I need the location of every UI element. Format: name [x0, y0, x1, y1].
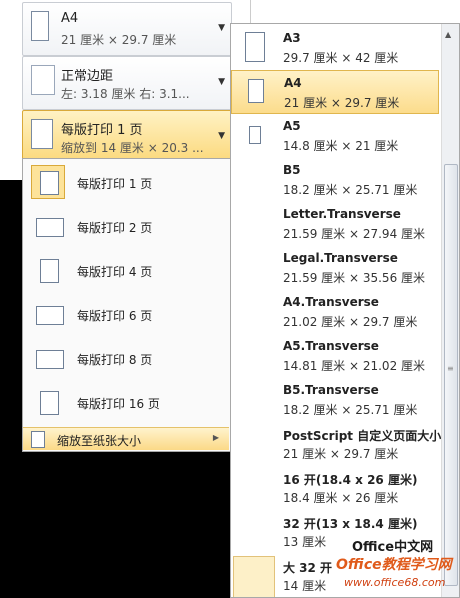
scale-label: 缩放至纸张大小 — [57, 434, 142, 448]
paper-icon — [233, 556, 275, 597]
pps-label: 每版打印 8 页 — [77, 353, 153, 367]
paper-item-postscript-custom[interactable]: PostScript 自定义页面大小 21 厘米 × 29.7 厘米 — [231, 422, 442, 466]
paper-dimensions: 18.4 厘米 × 26 厘米 — [283, 491, 399, 505]
pages-per-sheet-title: 每版打印 1 页 — [61, 123, 143, 138]
paper-name: 大 32 开 — [283, 561, 333, 575]
paper-name: A5 — [283, 119, 301, 133]
paper-dimensions: 21 厘米 × 29.7 厘米 — [284, 96, 400, 110]
paper-name: A4.Transverse — [283, 295, 379, 309]
pps-label: 每版打印 4 页 — [77, 265, 153, 279]
pps-item-6[interactable]: 每版打印 6 页 — [23, 293, 231, 337]
paper-icon — [31, 11, 49, 41]
pages-per-sheet-setting[interactable]: 每版打印 1 页 缩放到 14 厘米 × 20.3 ... ▼ — [22, 110, 232, 164]
pages-per-sheet-menu: 每版打印 1 页 每版打印 2 页 每版打印 4 页 每版打印 6 页 每版打印… — [22, 158, 232, 452]
paper-item-b5[interactable]: B5 18.2 厘米 × 25.71 厘米 — [231, 158, 439, 202]
margins-values: 左: 3.18 厘米 右: 3.1... — [61, 87, 190, 101]
dropdown-arrow-icon: ▼ — [218, 131, 225, 141]
page-icon — [31, 119, 53, 149]
pps-item-16[interactable]: 每版打印 16 页 — [23, 381, 231, 425]
paper-name: PostScript 自定义页面大小 — [283, 429, 442, 443]
paper-item-a5[interactable]: A5 14.8 厘米 × 21 厘米 — [231, 114, 439, 158]
submenu-arrow-icon: ▶ — [212, 433, 219, 442]
paper-name: A3 — [283, 31, 301, 45]
paper-dimensions: 29.7 厘米 × 42 厘米 — [283, 51, 399, 65]
four-pages-icon — [31, 253, 65, 287]
pps-label: 每版打印 1 页 — [77, 177, 153, 191]
paper-name: B5 — [283, 163, 301, 177]
paper-item-a4-transverse[interactable]: A4.Transverse 21.02 厘米 × 29.7 厘米 — [231, 290, 439, 334]
six-pages-icon — [31, 297, 65, 331]
paper-size-dimensions: 21 厘米 × 29.7 厘米 — [61, 33, 177, 47]
one-page-icon — [31, 165, 65, 199]
paper-size-title: A4 — [61, 11, 79, 26]
pps-item-8[interactable]: 每版打印 8 页 — [23, 337, 231, 381]
paper-dimensions: 14.81 厘米 × 21.02 厘米 — [283, 359, 426, 373]
paper-icon — [249, 126, 261, 144]
pages-per-sheet-scale: 缩放到 14 厘米 × 20.3 ... — [61, 141, 204, 155]
paper-name: A4 — [284, 76, 302, 90]
margins-title: 正常边距 — [61, 69, 114, 84]
paper-item-a5-transverse[interactable]: A5.Transverse 14.81 厘米 × 21.02 厘米 — [231, 334, 439, 378]
sixteen-pages-icon — [31, 385, 65, 419]
paper-item-16k[interactable]: 16 开(18.4 x 26 厘米) 18.4 厘米 × 26 厘米 — [231, 466, 439, 510]
watermark: Office中文网 Office教程学习网 www.office68.com — [336, 530, 460, 596]
pps-label: 每版打印 6 页 — [77, 309, 153, 323]
paper-size-menu: A3 29.7 厘米 × 42 厘米 A4 21 厘米 × 29.7 厘米 A5… — [230, 23, 460, 598]
paper-dimensions: 13 厘米 — [283, 535, 327, 549]
watermark-url: www.office68.com — [344, 576, 446, 589]
paper-name: 16 开(18.4 x 26 厘米) — [283, 473, 418, 487]
paper-name: A5.Transverse — [283, 339, 379, 353]
paper-dimensions: 21.02 厘米 × 29.7 厘米 — [283, 315, 418, 329]
watermark-subtitle: Office教程学习网 — [336, 557, 452, 573]
eight-pages-icon — [31, 341, 65, 375]
paper-dimensions: 21.59 厘米 × 27.94 厘米 — [283, 227, 426, 241]
margins-icon — [31, 65, 55, 95]
dropdown-arrow-icon: ▼ — [218, 23, 225, 33]
margins-setting[interactable]: 正常边距 左: 3.18 厘米 右: 3.1... ▼ — [22, 56, 232, 110]
paper-item-a4[interactable]: A4 21 厘米 × 29.7 厘米 — [231, 70, 439, 114]
divider — [250, 0, 251, 23]
pps-label: 每版打印 16 页 — [77, 397, 160, 411]
paper-dimensions: 14.8 厘米 × 21 厘米 — [283, 139, 399, 153]
scroll-thumb[interactable]: ≡ — [444, 164, 458, 586]
paper-name: Legal.Transverse — [283, 251, 398, 265]
scrollbar[interactable]: ▲ ≡ — [441, 24, 459, 597]
pps-item-2[interactable]: 每版打印 2 页 — [23, 205, 231, 249]
paper-dimensions: 18.2 厘米 × 25.71 厘米 — [283, 183, 418, 197]
paper-item-b5-transverse[interactable]: B5.Transverse 18.2 厘米 × 25.71 厘米 — [231, 378, 439, 422]
paper-icon — [245, 32, 265, 62]
paper-item-legal-transverse[interactable]: Legal.Transverse 21.59 厘米 × 35.56 厘米 — [231, 246, 439, 290]
paper-icon — [248, 79, 264, 103]
pps-item-4[interactable]: 每版打印 4 页 — [23, 249, 231, 293]
paper-dimensions: 21 厘米 × 29.7 厘米 — [283, 447, 399, 461]
pps-label: 每版打印 2 页 — [77, 221, 153, 235]
grip-icon: ≡ — [447, 364, 454, 373]
paper-item-a3[interactable]: A3 29.7 厘米 × 42 厘米 — [231, 26, 439, 70]
two-pages-icon — [31, 209, 65, 243]
scale-icon — [31, 431, 45, 448]
paper-dimensions: 18.2 厘米 × 25.71 厘米 — [283, 403, 418, 417]
paper-name: B5.Transverse — [283, 383, 379, 397]
dropdown-arrow-icon: ▼ — [218, 77, 225, 87]
paper-name: Letter.Transverse — [283, 207, 401, 221]
scale-to-paper-size-item[interactable]: 缩放至纸张大小 ▶ — [23, 427, 229, 450]
paper-dimensions: 21.59 厘米 × 35.56 厘米 — [283, 271, 426, 285]
paper-dimensions: 14 厘米 — [283, 579, 327, 593]
watermark-title: Office中文网 — [352, 540, 434, 555]
paper-item-letter-transverse[interactable]: Letter.Transverse 21.59 厘米 × 27.94 厘米 — [231, 202, 439, 246]
pps-item-1[interactable]: 每版打印 1 页 — [23, 161, 231, 205]
top-bar — [232, 0, 460, 23]
paper-size-setting[interactable]: A4 21 厘米 × 29.7 厘米 ▼ — [22, 2, 232, 56]
scroll-up-arrow-icon[interactable]: ▲ — [445, 30, 451, 39]
